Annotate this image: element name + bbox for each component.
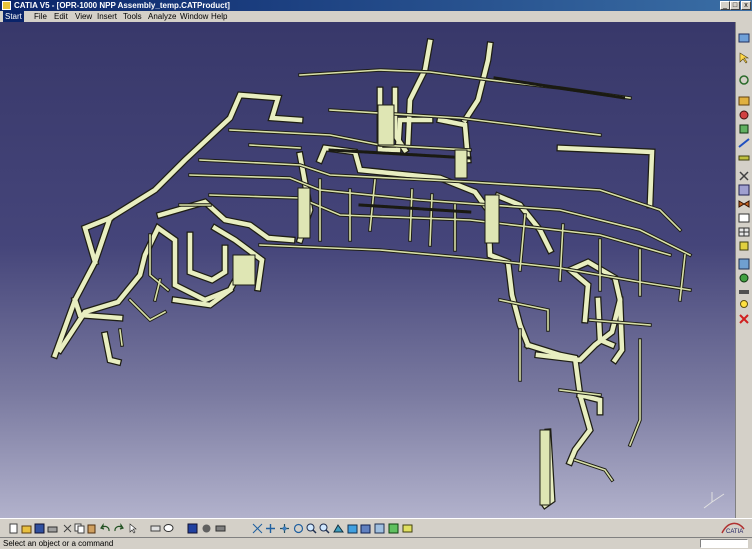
right-toolbar: [735, 22, 752, 518]
select-icon[interactable]: [738, 52, 750, 64]
analysis-icon[interactable]: [738, 212, 750, 224]
pan-icon[interactable]: [265, 523, 276, 534]
attach-icon[interactable]: [738, 240, 750, 252]
fog-icon[interactable]: [150, 523, 161, 534]
save-icon[interactable]: [34, 523, 45, 534]
status-message: Select an object or a command: [3, 539, 114, 548]
catia-logo-text: CATIA: [726, 529, 744, 535]
rotate-icon-2[interactable]: [279, 523, 290, 534]
delete-icon[interactable]: [738, 313, 750, 325]
undo-icon[interactable]: [100, 523, 111, 534]
spin-icon[interactable]: [293, 523, 304, 534]
hide-icon[interactable]: [738, 272, 750, 284]
shading-icon[interactable]: [360, 523, 371, 534]
menu-view[interactable]: View: [75, 11, 92, 22]
zoom-out-icon[interactable]: [319, 523, 330, 534]
new-icon[interactable]: [8, 523, 19, 534]
menu-window[interactable]: Window: [180, 11, 208, 22]
piping-icon[interactable]: [738, 123, 750, 135]
piping-assembly-model[interactable]: [0, 22, 735, 518]
catalog-icon[interactable]: [738, 95, 750, 107]
swap-icon[interactable]: [388, 523, 399, 534]
cut-icon[interactable]: [738, 170, 750, 182]
fit-all-icon[interactable]: [252, 523, 263, 534]
equipment-icon[interactable]: [738, 184, 750, 196]
catia-logo: CATIA: [718, 519, 748, 537]
menu-start[interactable]: Start: [3, 11, 24, 22]
maximize-button[interactable]: □: [730, 1, 740, 10]
comment-icon[interactable]: [163, 523, 174, 534]
light-icon[interactable]: [738, 299, 750, 311]
title-bar: CATIA V5 - [OPR-1000 NPP Assembly_temp.C…: [0, 0, 752, 11]
minimize-button[interactable]: _: [720, 1, 730, 10]
window-title: CATIA V5 - [OPR-1000 NPP Assembly_temp.C…: [14, 1, 230, 10]
graph-icon[interactable]: [187, 523, 198, 534]
menu-insert[interactable]: Insert: [97, 11, 117, 22]
iso-view-icon[interactable]: [347, 523, 358, 534]
zoom-in-icon[interactable]: [306, 523, 317, 534]
redo-icon[interactable]: [113, 523, 124, 534]
valve-icon[interactable]: [738, 198, 750, 210]
copy-icon[interactable]: [74, 523, 85, 534]
rotate-icon[interactable]: [738, 74, 750, 86]
close-button[interactable]: x: [741, 1, 751, 10]
product-icon[interactable]: [738, 32, 750, 44]
paint-icon[interactable]: [738, 109, 750, 121]
menu-tools[interactable]: Tools: [123, 11, 142, 22]
paste-icon[interactable]: [86, 523, 97, 534]
open-icon[interactable]: [21, 523, 32, 534]
status-bar: Select an object or a command: [0, 537, 752, 549]
whatsthis-icon[interactable]: [128, 523, 139, 534]
run-icon[interactable]: [738, 152, 750, 164]
menu-analyze[interactable]: Analyze: [148, 11, 176, 22]
measure-icon[interactable]: [738, 286, 750, 298]
axis-triad-icon: [703, 492, 725, 509]
menu-help[interactable]: Help: [211, 11, 227, 22]
scene-icon[interactable]: [738, 258, 750, 270]
bottom-toolbar: CATIA: [0, 518, 752, 537]
print-icon[interactable]: [47, 523, 58, 534]
hide-show-icon[interactable]: [374, 523, 385, 534]
menu-bar: Start File Edit View Insert Tools Analyz…: [0, 11, 752, 22]
command-input[interactable]: [700, 539, 748, 548]
normal-view-icon[interactable]: [333, 523, 344, 534]
menu-file[interactable]: File: [34, 11, 47, 22]
catia-app-icon[interactable]: [2, 1, 11, 10]
line-icon[interactable]: [738, 137, 750, 149]
table-icon[interactable]: [738, 226, 750, 238]
menu-edit[interactable]: Edit: [54, 11, 68, 22]
cut-icon[interactable]: [62, 523, 73, 534]
layer-icon[interactable]: [402, 523, 413, 534]
measure-icon-2[interactable]: [215, 523, 226, 534]
3d-viewport[interactable]: [0, 22, 735, 518]
render-icon[interactable]: [201, 523, 212, 534]
